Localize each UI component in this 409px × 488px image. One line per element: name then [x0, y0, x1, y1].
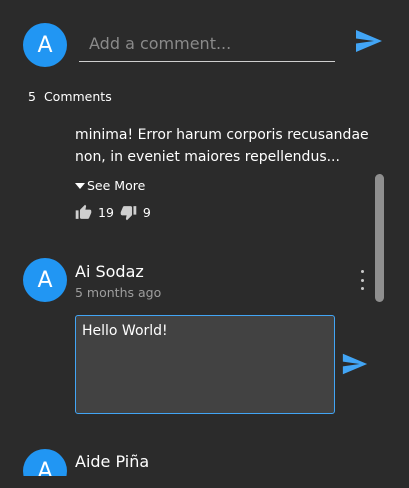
like-count: 19 [98, 205, 114, 220]
viewport-edge [0, 476, 409, 488]
comments-panel: A 5 Comments minima! Error harum corporis… [0, 0, 409, 488]
send-icon [356, 30, 382, 52]
comment-author: Aide Piña [75, 452, 150, 471]
scrollbar-thumb[interactable] [375, 174, 384, 302]
comment-timestamp: 5 months ago [75, 285, 162, 300]
send-icon [342, 353, 368, 375]
avatar: A [23, 23, 67, 67]
see-more-button[interactable]: See More [75, 178, 145, 193]
send-comment-button[interactable] [354, 28, 384, 54]
thumbs-down-icon [120, 206, 137, 221]
comment-text-line: minima! Error harum corporis recusandae [75, 127, 369, 143]
comment-text-line: non, in eveniet maiores repellendus... [75, 148, 340, 165]
dislike-count: 9 [142, 205, 151, 220]
comment-author: Ai Sodaz [75, 262, 144, 281]
like-button[interactable] [75, 204, 92, 221]
more-vertical-icon[interactable] [356, 270, 368, 290]
avatar: A [23, 258, 67, 302]
avatar-letter: A [37, 267, 53, 293]
avatar-letter: A [37, 32, 53, 58]
reactions: 19 9 [75, 204, 157, 221]
dislike-button[interactable] [120, 204, 137, 221]
comments-count: 5 Comments [28, 89, 112, 104]
caret-down-icon [75, 183, 85, 189]
comments-count-number: 5 [28, 89, 36, 104]
comment-text: minima! Error harum corporis recusandae … [75, 125, 375, 168]
see-more-label: See More [87, 178, 146, 193]
edit-comment-field[interactable] [75, 315, 335, 414]
comments-count-label: Comments [43, 89, 112, 104]
thumbs-up-icon [75, 204, 92, 219]
add-comment-input[interactable] [79, 26, 335, 62]
send-edit-button[interactable] [341, 351, 369, 377]
